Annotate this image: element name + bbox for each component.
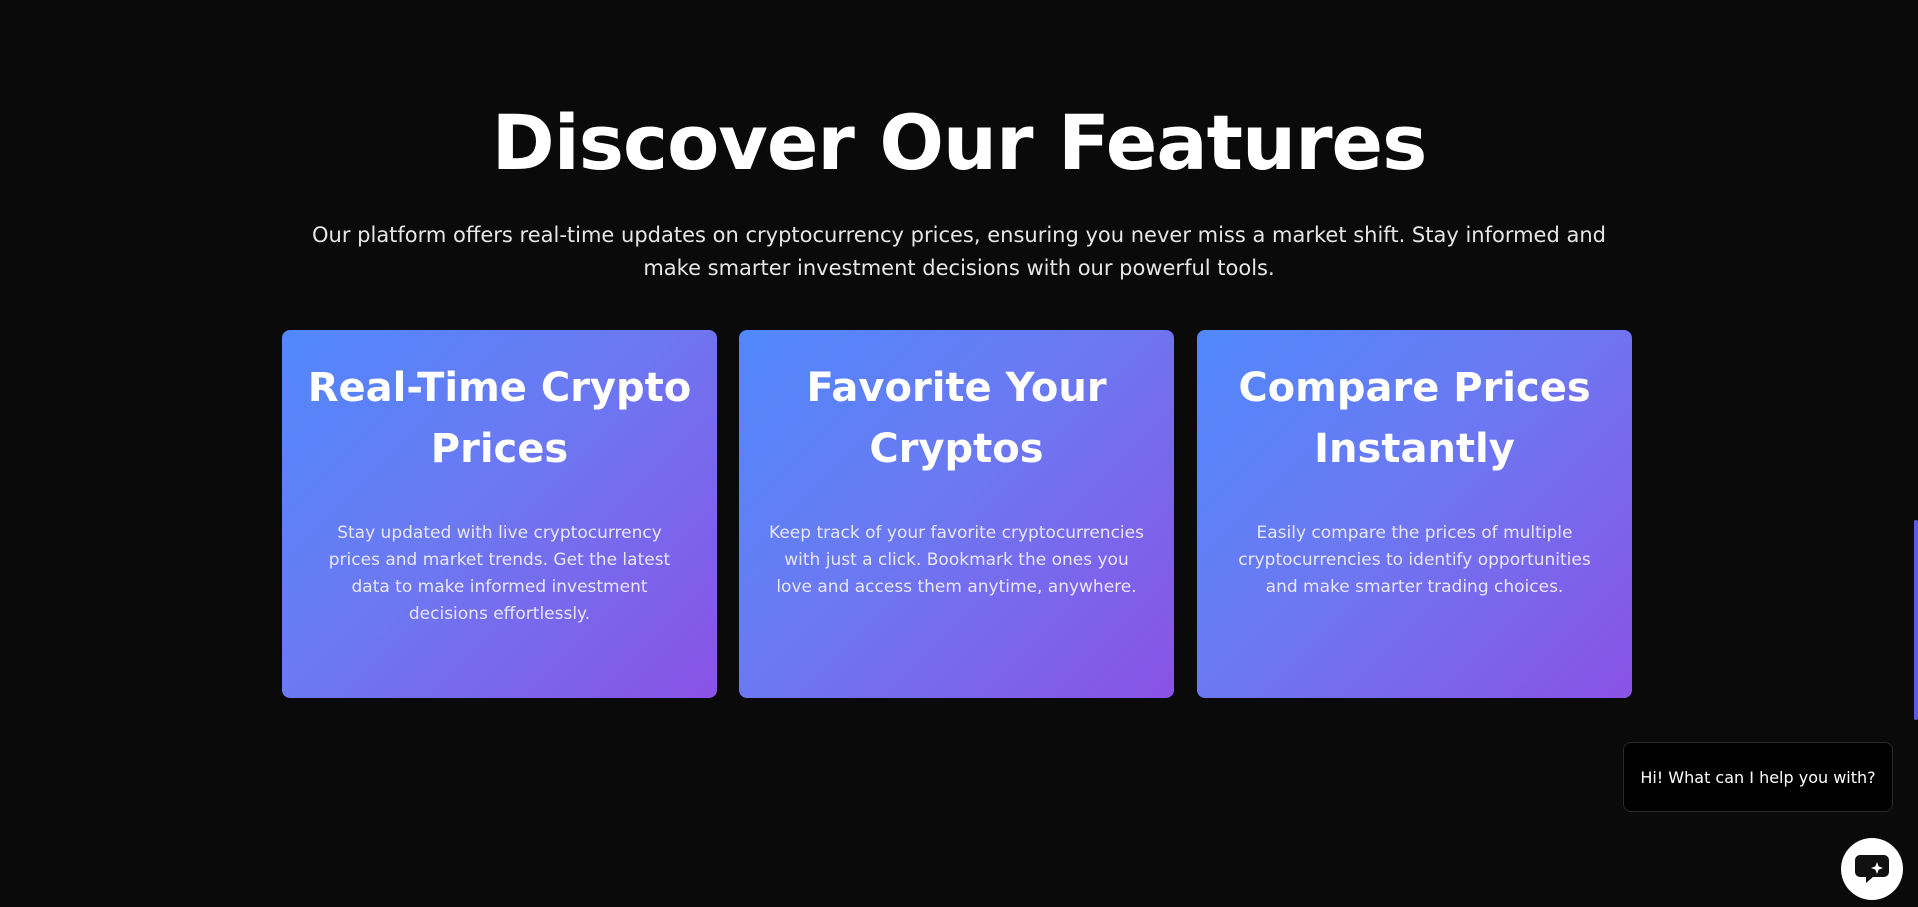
feature-cards: Real-Time Crypto Prices Stay updated wit… bbox=[282, 330, 1632, 698]
feature-card-compare-prices: Compare Prices Instantly Easily compare … bbox=[1197, 330, 1632, 698]
page: Discover Our Features Our platform offer… bbox=[0, 0, 1918, 907]
chat-launcher-button[interactable] bbox=[1841, 838, 1903, 900]
feature-card-title: Real-Time Crypto Prices bbox=[307, 365, 692, 472]
chat-greeting-text: Hi! What can I help you with? bbox=[1640, 767, 1876, 787]
feature-card-text: Easily compare the prices of multiple cr… bbox=[1238, 523, 1591, 597]
feature-card-title: Favorite Your Cryptos bbox=[806, 365, 1107, 472]
chat-bubble-sparkle-icon bbox=[1855, 855, 1889, 883]
feature-card-real-time-prices: Real-Time Crypto Prices Stay updated wit… bbox=[282, 330, 717, 698]
feature-card-title: Compare Prices Instantly bbox=[1238, 365, 1591, 472]
section-subtitle: Our platform offers real-time updates on… bbox=[312, 223, 1606, 280]
feature-card-text: Keep track of your favorite cryptocurren… bbox=[769, 523, 1144, 597]
chat-greeting-bubble[interactable]: Hi! What can I help you with? bbox=[1623, 742, 1893, 812]
feature-card-text: Stay updated with live cryptocurrency pr… bbox=[328, 523, 671, 624]
feature-card-favorites: Favorite Your Cryptos Keep track of your… bbox=[739, 330, 1174, 698]
section-title: Discover Our Features bbox=[491, 98, 1428, 187]
scrollbar-thumb[interactable] bbox=[1914, 520, 1918, 720]
scrollbar-track[interactable] bbox=[1914, 0, 1918, 907]
